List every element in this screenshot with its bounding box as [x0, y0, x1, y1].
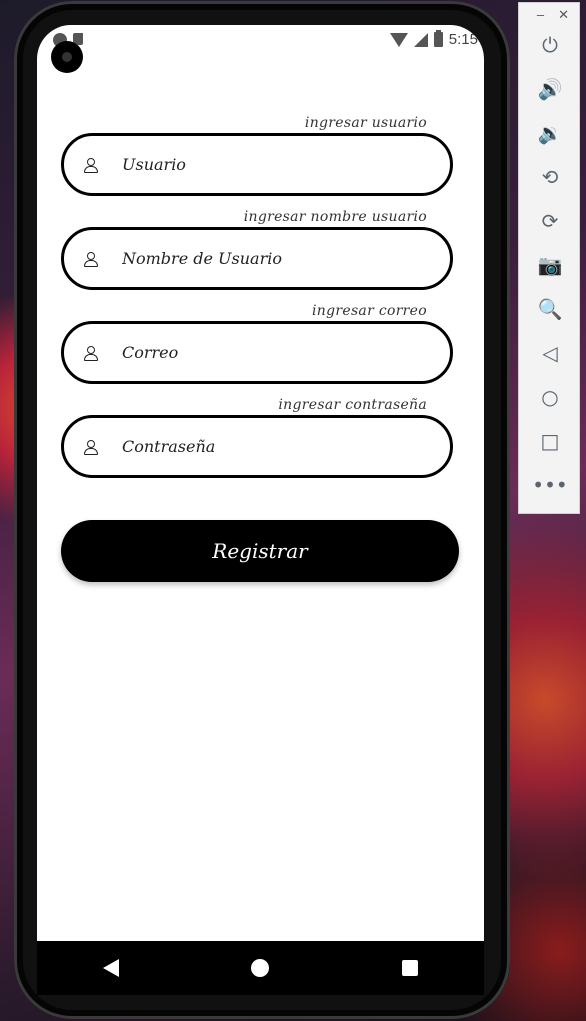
- nombre-usuario-field-group: ingresar nombre usuario: [61, 209, 459, 303]
- phone-frame: 5:15 ingresar usuario ingresar nombre us…: [14, 1, 510, 1019]
- signal-icon: [413, 32, 428, 47]
- person-icon: [84, 439, 98, 455]
- nombre-usuario-input[interactable]: [120, 248, 424, 269]
- person-icon: [84, 251, 98, 267]
- emulator-toolbar: – ✕ ⏻ 🔊 🔉 ⟲ ⟳ 📷 🔍 ◁ ○ □ •••: [518, 2, 580, 514]
- power-icon[interactable]: ⏻: [519, 23, 581, 67]
- home-icon[interactable]: [251, 959, 270, 977]
- person-icon: [84, 345, 98, 361]
- recents-icon[interactable]: [401, 960, 418, 976]
- volume-down-icon[interactable]: 🔉: [519, 111, 581, 155]
- back-icon[interactable]: ◁: [519, 331, 581, 375]
- correo-field[interactable]: [61, 321, 453, 384]
- correo-field-group: ingresar correo: [61, 303, 459, 397]
- usuario-hint: ingresar usuario: [304, 115, 427, 131]
- nombre-usuario-field[interactable]: [61, 227, 453, 290]
- app-screen: 5:15 ingresar usuario ingresar nombre us…: [37, 25, 484, 941]
- correo-input[interactable]: [120, 342, 424, 363]
- front-camera: [51, 41, 83, 73]
- usuario-input[interactable]: [120, 154, 424, 175]
- battery-icon: [433, 30, 443, 47]
- home-icon[interactable]: ○: [519, 375, 581, 419]
- back-icon[interactable]: [103, 959, 120, 977]
- register-form: ingresar usuario ingresar nombre usuario…: [61, 115, 459, 491]
- contrasena-field[interactable]: [61, 415, 453, 478]
- usuario-field[interactable]: [61, 133, 453, 196]
- correo-hint: ingresar correo: [312, 303, 427, 319]
- camera-icon[interactable]: 📷: [519, 243, 581, 287]
- nombre-usuario-hint: ingresar nombre usuario: [243, 209, 427, 225]
- contrasena-input[interactable]: [120, 436, 424, 457]
- status-bar-right: 5:15: [389, 30, 478, 48]
- overview-icon[interactable]: □: [519, 419, 581, 463]
- zoom-icon[interactable]: 🔍: [519, 287, 581, 331]
- usuario-field-group: ingresar usuario: [61, 115, 459, 209]
- android-nav-bar: [37, 941, 484, 995]
- contrasena-field-group: ingresar contraseña: [61, 397, 459, 491]
- rotate-right-icon[interactable]: ⟳: [519, 199, 581, 243]
- minimize-button[interactable]: –: [537, 7, 544, 23]
- register-button[interactable]: Registrar: [61, 520, 459, 582]
- close-button[interactable]: ✕: [558, 7, 569, 23]
- wifi-icon: [389, 32, 408, 47]
- person-icon: [84, 157, 98, 173]
- more-icon[interactable]: •••: [519, 463, 581, 507]
- toolbar-window-controls: – ✕: [519, 3, 579, 23]
- status-time: 5:15: [448, 31, 478, 48]
- volume-up-icon[interactable]: 🔊: [519, 67, 581, 111]
- contrasena-hint: ingresar contraseña: [278, 397, 427, 413]
- rotate-left-icon[interactable]: ⟲: [519, 155, 581, 199]
